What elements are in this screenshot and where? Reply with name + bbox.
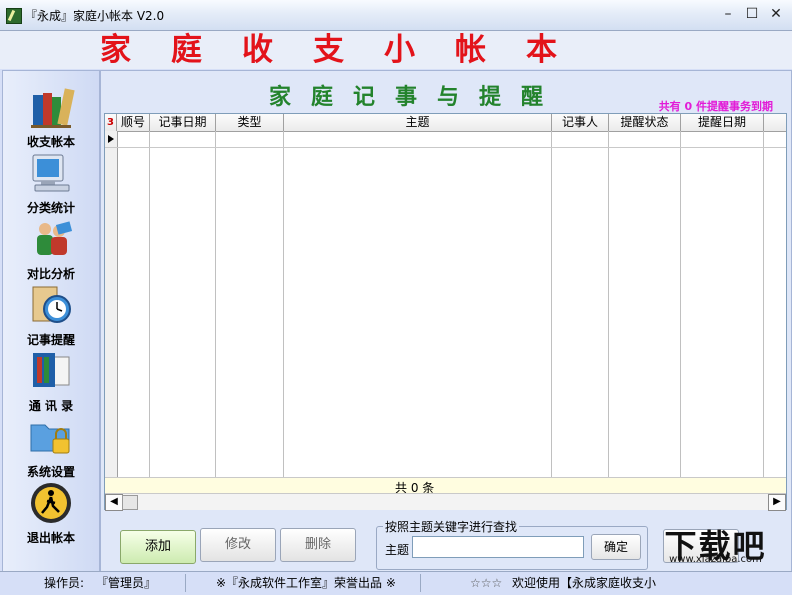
column-header[interactable]: 提醒状态 [609, 114, 681, 131]
main-panel: 家庭记事与提醒 共有 0 件提醒事务到期 3 顺号 记事日期 类型 主题 记事人… [100, 70, 792, 572]
row-selector-column [105, 131, 118, 477]
search-input[interactable] [412, 536, 584, 558]
sidebar-item-label: 系统设置 [26, 465, 75, 479]
status-bar: 操作员: 『管理员』 ※『永成软件工作室』荣誉出品 ※ ☆☆☆ 欢迎使用【永成家… [0, 571, 792, 594]
column-header[interactable]: 记事人 [552, 114, 609, 131]
sidebar-item-comparison[interactable]: 对比分析 [3, 217, 99, 281]
column-header[interactable]: 提醒日期 [681, 114, 764, 131]
operator-label: 操作员: [44, 576, 85, 590]
add-button[interactable]: 添加 [120, 530, 196, 564]
sidebar-item-label: 对比分析 [26, 267, 75, 281]
grid-line [608, 131, 609, 477]
grid-line [680, 131, 681, 477]
close-button[interactable]: ✕ [766, 5, 786, 23]
corner-mark: 3 [105, 114, 117, 131]
operator-name: 『管理员』 [96, 576, 157, 590]
scroll-thumb[interactable] [122, 495, 138, 510]
confirm-button[interactable]: 确定 [591, 534, 641, 560]
sidebar-item-label: 收支帐本 [26, 135, 75, 149]
sidebar-item-exit[interactable]: 退出帐本 [3, 481, 99, 545]
address-book-icon [33, 353, 70, 387]
sidebar-item-reminder[interactable]: 记事提醒 [3, 283, 99, 347]
edit-button[interactable]: 修改 [200, 528, 276, 562]
scroll-left-icon[interactable]: ◀ [105, 494, 123, 511]
records-table[interactable]: 3 顺号 记事日期 类型 主题 记事人 提醒状态 提醒日期 共 0 条 ◀ ▶ [104, 113, 787, 511]
sidebar-item-ledger[interactable]: 收支帐本 [3, 85, 99, 149]
computer-icon [32, 154, 70, 192]
title-bar: 『永成』家庭小帐本 V2.0 – ☐ ✕ [0, 0, 792, 31]
current-row-icon [108, 135, 114, 143]
column-header[interactable]: 顺号 [117, 114, 150, 131]
search-legend: 按照主题关键字进行查找 [383, 518, 520, 535]
delete-button[interactable]: 删除 [280, 528, 356, 562]
welcome-text: 欢迎使用【永成家庭收支小 [512, 576, 657, 590]
banner-title: 家庭收支小帐本 [100, 32, 597, 68]
search-label: 主题 [385, 543, 410, 557]
window-title: 『永成』家庭小帐本 V2.0 [25, 9, 165, 23]
books-icon [31, 88, 75, 128]
horizontal-scrollbar[interactable]: ◀ ▶ [105, 493, 786, 511]
sidebar-item-label: 记事提醒 [26, 333, 75, 347]
sidebar-item-statistics[interactable]: 分类统计 [3, 151, 99, 215]
grid-line [551, 131, 552, 477]
grid-line [763, 131, 764, 477]
due-reminder-count: 共有 0 件提醒事务到期 [658, 100, 773, 113]
clock-icon [32, 286, 71, 323]
banner: 家庭收支小帐本 [0, 31, 792, 69]
sidebar-item-label: 退出帐本 [26, 531, 75, 545]
sidebar-item-label: 通 讯 录 [28, 399, 74, 413]
sidebar-item-label: 分类统计 [26, 201, 75, 215]
page-title: 家庭记事与提醒 [268, 84, 563, 110]
app-icon [6, 8, 22, 24]
search-group: 按照主题关键字进行查找 主题 确定 [376, 518, 648, 570]
column-header[interactable]: 类型 [216, 114, 284, 131]
watermark: 下载吧 www.xiazaiba.com [653, 521, 778, 565]
people-icon [37, 221, 73, 255]
grid-line [283, 131, 284, 477]
watermark-url: www.xiazaiba.com [669, 554, 762, 565]
folder-lock-icon [30, 424, 70, 454]
stars: ☆☆☆ [470, 576, 503, 590]
table-footer: 共 0 条 [105, 477, 786, 495]
exit-icon [31, 483, 71, 523]
column-header[interactable]: 主题 [284, 114, 552, 131]
minimize-button[interactable]: – [718, 5, 738, 23]
status-separator [420, 574, 421, 592]
column-header[interactable]: 记事日期 [150, 114, 216, 131]
scroll-right-icon[interactable]: ▶ [768, 494, 786, 511]
sidebar: 收支帐本 分类统计 对比分析 记事提醒 通 讯 录 系统设置 退出帐本 [2, 70, 100, 572]
status-separator [185, 574, 186, 592]
grid-line [149, 131, 150, 477]
table-row[interactable] [105, 131, 786, 148]
credit-text: ※『永成软件工作室』荣誉出品 ※ [216, 576, 396, 590]
sidebar-item-settings[interactable]: 系统设置 [3, 415, 99, 479]
table-header: 3 顺号 记事日期 类型 主题 记事人 提醒状态 提醒日期 [105, 114, 786, 132]
maximize-button[interactable]: ☐ [742, 5, 762, 23]
sidebar-item-contacts[interactable]: 通 讯 录 [3, 349, 99, 413]
grid-line [215, 131, 216, 477]
